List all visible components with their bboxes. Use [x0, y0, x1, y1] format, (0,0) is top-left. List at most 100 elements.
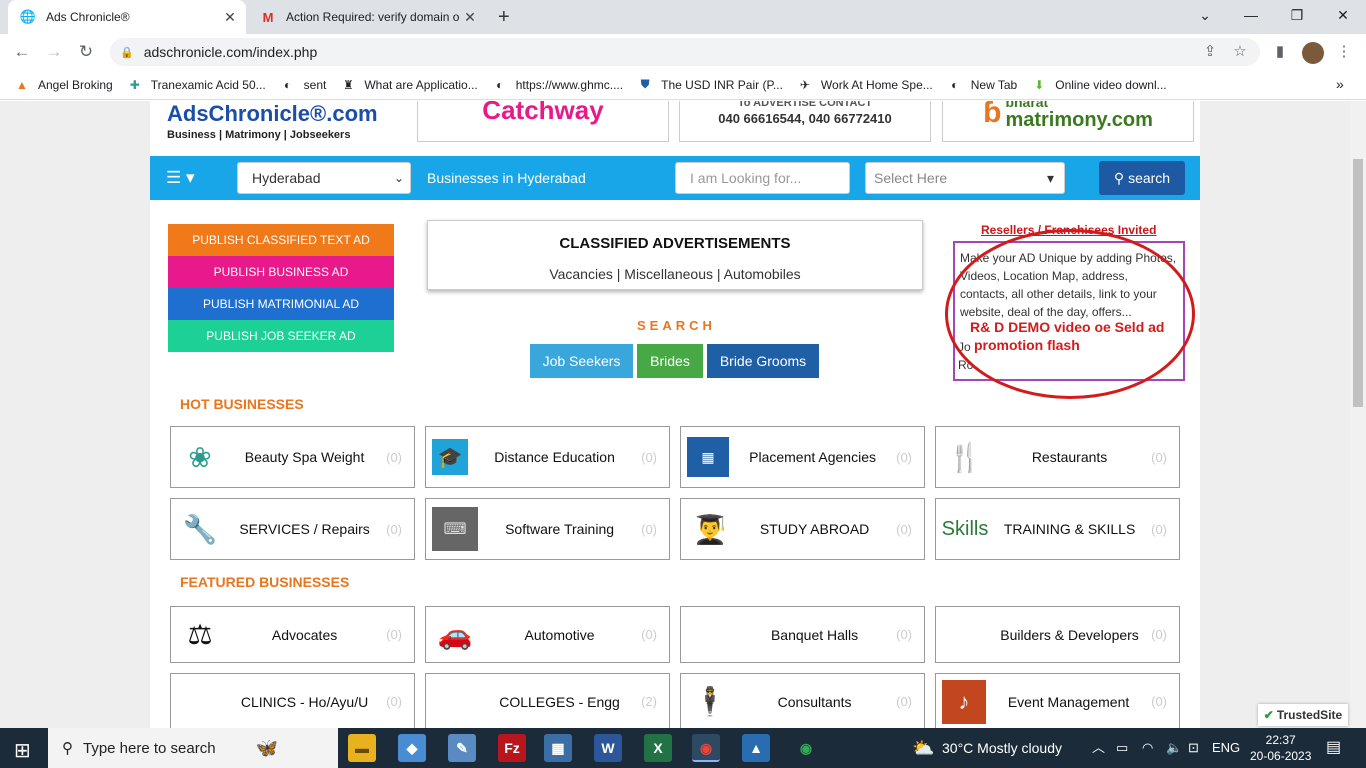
photos-icon[interactable]: ▲ [742, 734, 770, 762]
address-bar[interactable]: 🔒 adschronicle.com/index.php [110, 38, 1260, 66]
hamburger-menu-icon[interactable]: ☰ ▾ [166, 168, 195, 188]
card-label: CLINICS - Ho/Ayu/U [240, 693, 369, 710]
side-panel-icon[interactable]: ▮ [1270, 42, 1290, 62]
bookmark-star-icon[interactable]: ☆ [1230, 42, 1250, 62]
bookmark-label: The USD INR Pair (P... [661, 77, 783, 92]
tab-ads-chronicle[interactable]: 🌐 Ads Chronicle® ✕ [8, 0, 246, 34]
new-tab-button[interactable]: + [498, 6, 510, 29]
language-indicator[interactable]: ENG [1212, 728, 1240, 768]
trustedsite-badge[interactable]: ✔ TrustedSite [1258, 704, 1348, 726]
city-select[interactable]: Hyderabad ⌄ [237, 162, 411, 194]
excel-icon[interactable]: X [644, 734, 672, 762]
tray-chevron-icon[interactable]: ︿ [1092, 728, 1105, 768]
tab-title: Action Required: verify domain o [286, 10, 460, 24]
red-annotation-oval [945, 229, 1195, 399]
category-card[interactable]: CLINICS - Ho/Ayu/U (0) [170, 673, 415, 728]
bookmark-item[interactable]: ♜ What are Applicatio... [340, 77, 478, 93]
card-label: Automotive [524, 626, 595, 643]
close-window-button[interactable]: ✕ [1320, 0, 1366, 30]
category-card[interactable]: ⚖ Advocates (0) [170, 606, 415, 663]
paint-icon[interactable]: ✎ [448, 734, 476, 762]
restore-button[interactable]: ❐ [1274, 0, 1320, 30]
publish-classified-button[interactable]: PUBLISH CLASSIFIED TEXT AD [168, 224, 394, 256]
back-icon[interactable]: ← [10, 40, 34, 64]
filezilla-icon[interactable]: Fz [498, 734, 526, 762]
globe-icon: ◐ [951, 77, 959, 92]
forward-icon[interactable]: → [42, 40, 66, 64]
bookmark-item[interactable]: ✚ Tranexamic Acid 50... [127, 77, 266, 93]
category-card[interactable]: 👨‍🎓 STUDY ABROAD (0) [680, 498, 925, 560]
card-label: SERVICES / Repairs [239, 521, 370, 537]
bookmark-item[interactable]: ⬇ Online video downl... [1031, 77, 1166, 93]
taskbar-search[interactable]: ⚲ Type here to search 🦋 [48, 728, 338, 768]
file-explorer-icon[interactable]: ▬ [348, 734, 376, 762]
url-text: adschronicle.com/index.php [143, 44, 318, 60]
category-card[interactable]: 🕴 Consultants (0) [680, 673, 925, 728]
volume-icon[interactable]: 🔈 [1166, 728, 1182, 768]
bookmark-item[interactable]: ⛊ The USD INR Pair (P... [637, 77, 783, 93]
bookmark-label: Tranexamic Acid 50... [150, 77, 266, 92]
category-card[interactable]: 🎓 Distance Education (0) [425, 426, 670, 488]
bharat-matrimony-banner[interactable]: ɓ bharat matrimony.com [942, 101, 1194, 142]
bookmark-item[interactable]: ◐ sent [280, 77, 326, 93]
share-icon[interactable]: ⇪ [1200, 42, 1220, 62]
bookmark-item[interactable]: ✈ Work At Home Spe... [797, 77, 933, 93]
category-card[interactable]: Builders & Developers (0) [935, 606, 1180, 663]
category-card[interactable]: ▦ Placement Agencies (0) [680, 426, 925, 488]
battery-icon[interactable]: ▭ [1116, 728, 1128, 768]
category-select[interactable]: Select Here ▾ [865, 162, 1065, 194]
chrome-profile-icon[interactable]: ◉ [792, 734, 820, 762]
search-bar: ☰ ▾ Hyderabad ⌄ Businesses in Hyderabad … [150, 156, 1200, 200]
bookmark-item[interactable]: ◐ https://www.ghmc.... [492, 77, 623, 93]
calculator-icon[interactable]: ▦ [544, 734, 572, 762]
tab-gmail[interactable]: M Action Required: verify domain o ✕ [248, 0, 486, 34]
publish-matrimonial-button[interactable]: PUBLISH MATRIMONIAL AD [168, 288, 394, 320]
category-card[interactable]: ❀ Beauty Spa Weight (0) [170, 426, 415, 488]
bride-grooms-button[interactable]: Bride Grooms [707, 344, 819, 378]
card-count: (0) [386, 627, 402, 642]
page-scrollbar[interactable] [1350, 101, 1366, 728]
site-logo[interactable]: AdsChronicle®.com Business | Matrimony |… [167, 101, 378, 141]
menu-icon[interactable]: ⋮ [1334, 42, 1354, 62]
category-card[interactable]: COLLEGES - Engg (2) [425, 673, 670, 728]
category-card[interactable]: Banquet Halls (0) [680, 606, 925, 663]
brides-button[interactable]: Brides [637, 344, 703, 378]
tab-search-icon[interactable]: ⌄ [1182, 0, 1228, 30]
publish-jobseeker-button[interactable]: PUBLISH JOB SEEKER AD [168, 320, 394, 352]
clock[interactable]: 22:37 20-06-2023 [1250, 728, 1311, 768]
chrome-icon[interactable]: ◉ [692, 734, 720, 762]
category-card[interactable]: 🚗 Automotive (0) [425, 606, 670, 663]
reload-icon[interactable]: ↻ [74, 40, 98, 64]
graduate-icon: 👨‍🎓 [692, 513, 728, 545]
word-icon[interactable]: W [594, 734, 622, 762]
weather-text[interactable]: 30°C Mostly cloudy [942, 728, 1062, 768]
category-card[interactable]: Skills TRAINING & SKILLS (0) [935, 498, 1180, 560]
bookmark-item[interactable]: ◐ New Tab [947, 77, 1017, 93]
windows-start-icon[interactable]: ⊞ [14, 738, 31, 763]
wifi-icon[interactable]: ◠ [1142, 728, 1153, 768]
advertise-banner[interactable]: To ADVERTISE CONTACT 040 66616544, 040 6… [679, 101, 931, 142]
category-card[interactable]: 🔧 SERVICES / Repairs (0) [170, 498, 415, 560]
check-shield-icon: ✔ [1263, 708, 1274, 722]
profile-avatar[interactable] [1302, 42, 1324, 64]
search-button-label: search [1128, 170, 1171, 186]
search-button[interactable]: ⚲ search [1099, 161, 1185, 195]
display-icon[interactable]: ⊡ [1188, 728, 1199, 768]
category-card[interactable]: ⌨ Software Training (0) [425, 498, 670, 560]
more-bookmarks-icon[interactable]: » [1336, 76, 1344, 92]
bookmark-item[interactable]: ▲ Angel Broking [14, 77, 113, 93]
notification-icon[interactable]: ▤ [1326, 728, 1341, 768]
publish-business-button[interactable]: PUBLISH BUSINESS AD [168, 256, 394, 288]
minimize-button[interactable]: — [1228, 0, 1274, 30]
classified-links[interactable]: Vacancies | Miscellaneous | Automobiles [428, 266, 922, 282]
scrollbar-thumb[interactable] [1353, 159, 1363, 407]
job-seekers-button[interactable]: Job Seekers [530, 344, 633, 378]
close-tab-icon[interactable]: ✕ [460, 9, 480, 26]
dropdown-arrow-icon: ▾ [1046, 170, 1054, 186]
category-card[interactable]: 🍴 Restaurants (0) [935, 426, 1180, 488]
catchway-banner[interactable]: Catchway [417, 101, 669, 142]
looking-for-input[interactable]: I am Looking for... [675, 162, 850, 194]
close-tab-icon[interactable]: ✕ [220, 9, 240, 26]
category-card[interactable]: ♪ Event Management (0) [935, 673, 1180, 728]
app-icon[interactable]: ◆ [398, 734, 426, 762]
